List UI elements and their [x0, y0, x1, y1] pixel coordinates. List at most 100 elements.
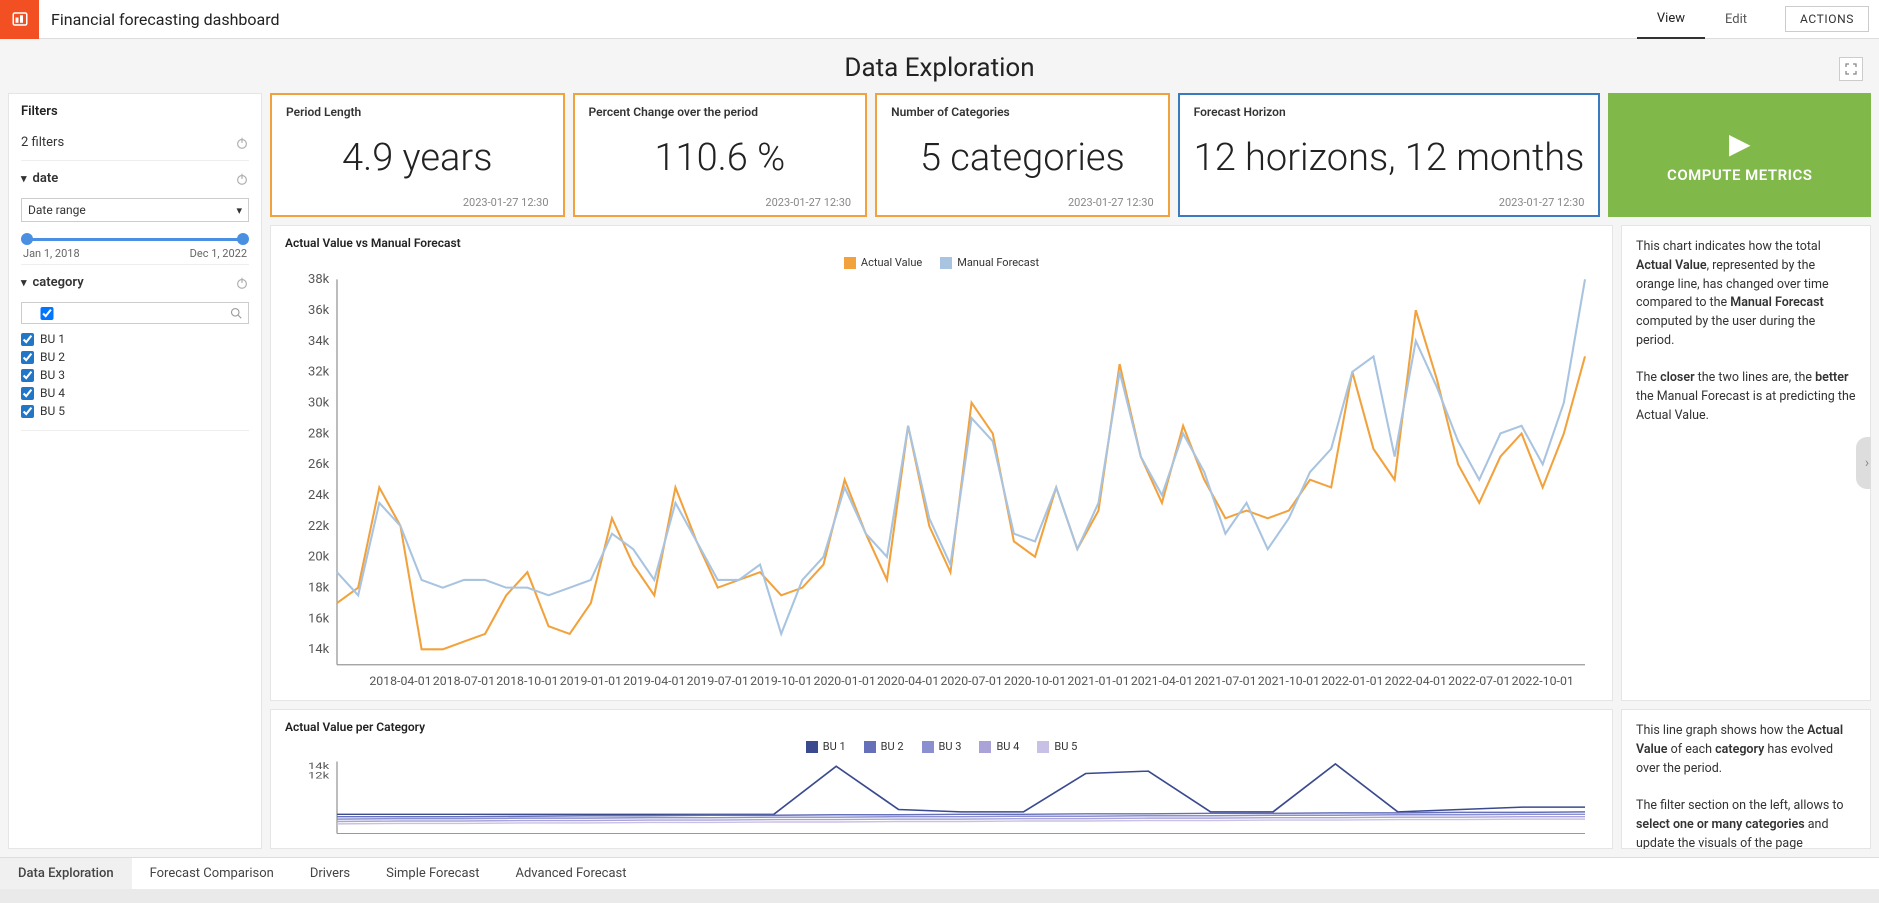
power-icon: [235, 276, 249, 290]
date-range-select[interactable]: Date range ▾: [21, 198, 249, 222]
tile-value: 5 categories: [891, 119, 1154, 196]
svg-text:24k: 24k: [308, 488, 330, 503]
metric-tile: Period Length 4.9 years 2023-01-27 12:30: [270, 93, 565, 217]
tab-edit[interactable]: Edit: [1705, 1, 1767, 38]
chart2-title: Actual Value per Category: [285, 720, 1598, 734]
svg-text:26k: 26k: [308, 457, 330, 472]
bottom-tab[interactable]: Drivers: [292, 858, 368, 889]
legend-item[interactable]: BU 5: [1037, 740, 1077, 753]
legend-item[interactable]: BU 1: [806, 740, 846, 753]
legend-item[interactable]: BU 2: [864, 740, 904, 753]
svg-text:38k: 38k: [308, 273, 330, 287]
chart2-svg[interactable]: 12k14k: [285, 757, 1598, 838]
svg-text:14k: 14k: [308, 642, 330, 657]
bottom-tab[interactable]: Forecast Comparison: [132, 858, 292, 889]
chart2-help: This line graph shows how the Actual Val…: [1621, 709, 1871, 849]
svg-text:2021-01-01: 2021-01-01: [1067, 674, 1129, 688]
svg-text:2020-07-01: 2020-07-01: [940, 674, 1002, 688]
tile-value: 12 horizons, 12 months: [1194, 119, 1585, 196]
svg-text:12k: 12k: [308, 771, 330, 781]
svg-text:22k: 22k: [308, 519, 330, 534]
category-checkbox[interactable]: [21, 333, 34, 346]
chart2-legend: BU 1 BU 2 BU 3 BU 4 BU 5: [285, 740, 1598, 753]
category-item[interactable]: BU 2: [21, 348, 249, 366]
category-search-row: [21, 302, 249, 324]
legend-item[interactable]: BU 4: [979, 740, 1019, 753]
tile-label: Percent Change over the period: [589, 105, 852, 119]
topbar: Financial forecasting dashboard View Edi…: [0, 0, 1879, 39]
power-icon: [235, 136, 249, 150]
svg-text:2020-10-01: 2020-10-01: [1004, 674, 1066, 688]
category-item[interactable]: BU 3: [21, 366, 249, 384]
content: Period Length 4.9 years 2023-01-27 12:30…: [270, 93, 1871, 849]
category-item[interactable]: BU 4: [21, 384, 249, 402]
play-icon: ▶: [1729, 127, 1751, 160]
chart-row-1: Actual Value vs Manual Forecast Actual V…: [270, 225, 1871, 701]
nav-handle-right[interactable]: ›: [1856, 437, 1871, 489]
expand-icon[interactable]: [1839, 57, 1863, 81]
metric-tile: Percent Change over the period 110.6 % 2…: [573, 93, 868, 217]
svg-text:2021-04-01: 2021-04-01: [1131, 674, 1193, 688]
compute-metrics-button[interactable]: ▶COMPUTE METRICS: [1608, 93, 1871, 217]
legend-item[interactable]: Manual Forecast: [940, 256, 1039, 269]
svg-text:2020-01-01: 2020-01-01: [814, 674, 876, 688]
filters-count-row[interactable]: 2 filters: [21, 129, 249, 156]
tile-timestamp: 2023-01-27 12:30: [1194, 196, 1585, 209]
tab-view[interactable]: View: [1637, 0, 1705, 39]
chart1-legend: Actual Value Manual Forecast: [285, 256, 1598, 269]
select-all-checkbox[interactable]: [28, 307, 66, 320]
bottom-tab[interactable]: Data Exploration: [0, 858, 132, 889]
svg-text:36k: 36k: [308, 303, 330, 318]
svg-text:2021-07-01: 2021-07-01: [1194, 674, 1256, 688]
date-slider[interactable]: [27, 238, 243, 241]
svg-text:16k: 16k: [308, 611, 330, 626]
bottom-tab[interactable]: Advanced Forecast: [497, 858, 644, 889]
tile-label: Number of Categories: [891, 105, 1154, 119]
section-title: Data Exploration: [0, 53, 1879, 83]
svg-text:14k: 14k: [308, 761, 330, 771]
chevron-down-icon: ▾: [21, 276, 27, 289]
chart1-help: This chart indicates how the total Actua…: [1621, 225, 1871, 701]
chart-row-2: Actual Value per Category BU 1BU 2BU 3BU…: [270, 709, 1871, 849]
svg-text:28k: 28k: [308, 426, 330, 441]
category-checkbox[interactable]: [21, 387, 34, 400]
svg-text:2018-10-01: 2018-10-01: [496, 674, 558, 688]
svg-text:2022-07-01: 2022-07-01: [1448, 674, 1510, 688]
date-slider-labels: Jan 1, 2018 Dec 1, 2022: [21, 247, 249, 260]
svg-text:2019-01-01: 2019-01-01: [560, 674, 622, 688]
category-item[interactable]: BU 5: [21, 402, 249, 420]
tile-timestamp: 2023-01-27 12:30: [286, 196, 549, 209]
category-item[interactable]: BU 1: [21, 330, 249, 348]
filter-date-header[interactable]: ▾date: [21, 165, 249, 192]
filter-category-header[interactable]: ▾category: [21, 269, 249, 296]
svg-text:2020-04-01: 2020-04-01: [877, 674, 939, 688]
category-search-input[interactable]: [70, 306, 226, 320]
category-checkbox[interactable]: [21, 405, 34, 418]
chevron-down-icon: ▾: [236, 204, 242, 217]
svg-text:32k: 32k: [308, 365, 330, 380]
svg-text:2022-10-01: 2022-10-01: [1512, 674, 1574, 688]
svg-text:18k: 18k: [308, 581, 330, 596]
topbar-right: View Edit ACTIONS: [1637, 0, 1879, 39]
chart-value-per-category: Actual Value per Category BU 1BU 2BU 3BU…: [270, 709, 1613, 849]
body-row: Filters 2 filters ▾date Date range ▾ Jan…: [0, 93, 1879, 857]
category-checkbox[interactable]: [21, 351, 34, 364]
chart-actual-vs-forecast: Actual Value vs Manual Forecast Actual V…: [270, 225, 1613, 701]
metric-tile: Forecast Horizon 12 horizons, 12 months …: [1178, 93, 1601, 217]
svg-text:2018-04-01: 2018-04-01: [369, 674, 431, 688]
svg-text:2019-07-01: 2019-07-01: [687, 674, 749, 688]
legend-item[interactable]: BU 3: [922, 740, 962, 753]
legend-item[interactable]: Actual Value: [844, 256, 922, 269]
actions-button[interactable]: ACTIONS: [1785, 6, 1869, 32]
chart1-svg[interactable]: 14k16k18k20k22k24k26k28k30k32k34k36k38k2…: [285, 273, 1598, 690]
footer-bar: [0, 889, 1879, 903]
tile-label: Forecast Horizon: [1194, 105, 1585, 119]
svg-text:2022-04-01: 2022-04-01: [1385, 674, 1447, 688]
power-icon: [235, 172, 249, 186]
metric-tiles: Period Length 4.9 years 2023-01-27 12:30…: [270, 93, 1871, 217]
category-list: BU 1BU 2BU 3BU 4BU 5: [21, 330, 249, 420]
bottom-tab[interactable]: Simple Forecast: [368, 858, 497, 889]
svg-text:20k: 20k: [308, 550, 330, 565]
app-logo[interactable]: [0, 0, 39, 39]
category-checkbox[interactable]: [21, 369, 34, 382]
